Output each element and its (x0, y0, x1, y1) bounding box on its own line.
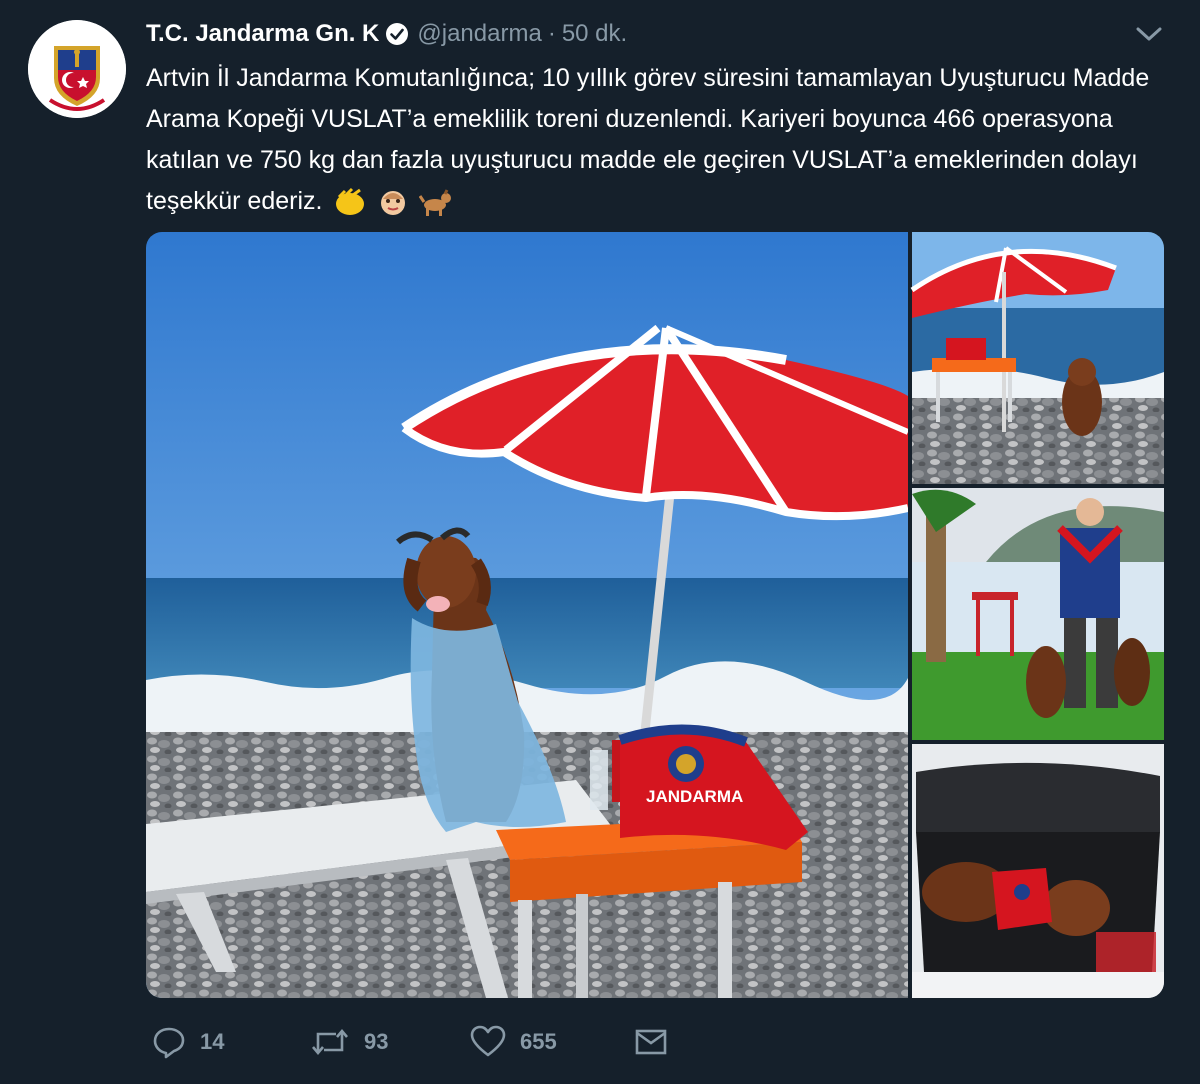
reply-count: 14 (200, 1029, 225, 1054)
like-button[interactable]: 655 (470, 1020, 557, 1064)
tweet-actions: 14 93 655 (146, 1020, 746, 1064)
clapping-hands-emoji (336, 188, 365, 216)
main-photo-retirement[interactable]: JANDARMA (146, 232, 910, 998)
baby-face-emoji (381, 191, 406, 216)
retweet-button[interactable]: 93 (310, 1020, 388, 1064)
heart-icon (470, 1025, 506, 1057)
separator-dot: · (547, 20, 556, 47)
retweet-count: 93 (364, 1029, 389, 1054)
tweet-text: Artvin İl Jandarma Komutanlığınca; 10 yı… (146, 58, 1156, 222)
vest-label: JANDARMA (646, 787, 743, 806)
tweet-body: Artvin İl Jandarma Komutanlığınca; 10 yı… (146, 64, 1150, 215)
thumbnail-car-trunk-dog[interactable] (912, 744, 1164, 998)
author-handle[interactable]: @jandarma (417, 20, 541, 48)
verified-badge-icon (386, 23, 409, 45)
reply-button[interactable]: 14 (152, 1020, 224, 1064)
envelope-icon (635, 1029, 667, 1055)
author-name[interactable]: T.C. Jandarma Gn. K (146, 20, 379, 48)
dm-button[interactable] (634, 1020, 668, 1064)
jandarma-emblem-icon (28, 20, 126, 118)
tweet-header: T.C. Jandarma Gn. K @jandarma · 50 dk. (146, 14, 627, 54)
chevron-down-icon[interactable] (1134, 22, 1164, 46)
retweet-icon (312, 1028, 348, 1056)
dog-emoji (419, 189, 452, 217)
like-count: 655 (520, 1029, 557, 1054)
avatar[interactable] (28, 20, 126, 118)
reply-icon (153, 1027, 185, 1059)
thumbnail-handler-dogs[interactable] (912, 488, 1164, 740)
thumbnail-umbrella-dog[interactable] (910, 232, 1164, 484)
tweet[interactable]: T.C. Jandarma Gn. K @jandarma · 50 dk. A… (0, 0, 1200, 1084)
tweet-media[interactable]: JANDARMA (146, 232, 1164, 998)
tweet-timestamp[interactable]: 50 dk. (562, 20, 627, 48)
